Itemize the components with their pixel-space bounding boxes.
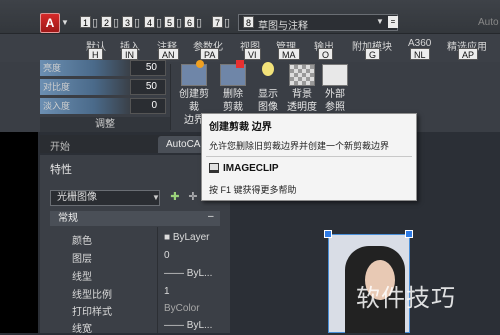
brightness-value[interactable]: 50 <box>130 60 166 76</box>
property-value-plot-style[interactable]: ByColor <box>164 303 200 314</box>
create-clipping-boundary-icon[interactable] <box>181 64 207 86</box>
application-menu-button[interactable]: A <box>40 13 60 33</box>
property-label-linetype: 线型 <box>72 272 92 283</box>
button-label: 删除 <box>223 89 243 100</box>
tab-output-key: O <box>318 48 334 60</box>
fade-value[interactable]: 0 <box>130 98 166 114</box>
panel-separator <box>170 64 171 130</box>
chevron-down-icon[interactable]: ▼ <box>152 193 160 202</box>
property-value-linetype-scale[interactable]: 1 <box>164 286 170 297</box>
quick-access-key-1: 1 <box>80 16 91 28</box>
tooltip-divider <box>206 156 412 157</box>
brightness-slider[interactable]: 亮度 <box>40 60 130 76</box>
collapse-icon[interactable]: – <box>208 211 214 222</box>
property-label-color: 颜色 <box>72 236 92 247</box>
workspace-label: 草图与注释 <box>258 21 308 32</box>
delete-clip-button[interactable]: 删除 剪裁 <box>215 88 251 114</box>
save-icon[interactable]: ▯ <box>134 16 140 32</box>
show-image-button[interactable]: 显示 图像 <box>250 88 286 114</box>
toggle-pickadd-icon[interactable]: ✚ <box>168 190 182 204</box>
button-label: 创建剪裁 <box>179 89 209 113</box>
button-label: 外部 <box>325 89 345 100</box>
new-file-icon[interactable]: ▯ <box>92 16 98 32</box>
workspace-key: 8 <box>243 16 254 28</box>
quick-access-key-5: 5 <box>164 16 175 28</box>
plot-icon[interactable]: ▯ <box>176 16 182 32</box>
property-value-lineweight[interactable]: —— ByL... <box>164 320 212 331</box>
select-objects-icon[interactable]: ✛ <box>186 190 200 204</box>
property-label-linetype-scale: 线型比例 <box>72 290 112 301</box>
tab-insert-key: IN <box>121 48 138 60</box>
delete-mark-icon <box>236 60 244 68</box>
tab-manage-key: MA <box>278 48 300 60</box>
quick-access-key-6: 6 <box>184 16 195 28</box>
tooltip-description: 允许您删除旧剪裁边界并创建一个新剪裁边界 <box>209 141 390 151</box>
button-label: 剪裁 <box>223 102 243 113</box>
tab-annotate-key: AN <box>158 48 179 60</box>
save-as-icon[interactable]: ▯ <box>156 16 162 32</box>
redo-icon[interactable]: ▯ <box>224 16 230 32</box>
sparkle-icon <box>196 60 204 68</box>
command-line-icon-bar <box>210 170 218 172</box>
tab-parametric-key: PA <box>200 48 220 60</box>
tab-featured-apps-key: AP <box>458 48 479 60</box>
property-value-linetype[interactable]: —— ByL... <box>164 268 212 279</box>
section-header-general[interactable]: 常规 <box>50 211 220 226</box>
quick-access-key-2: 2 <box>101 16 112 28</box>
lightbulb-icon <box>262 62 274 76</box>
grip-handle[interactable] <box>405 230 413 238</box>
tab-start[interactable]: 开始 <box>50 138 70 153</box>
contrast-slider[interactable]: 对比度 <box>40 79 130 95</box>
undo-icon[interactable]: ▯ <box>196 16 202 32</box>
property-label-plot-style: 打印样式 <box>72 307 112 318</box>
tooltip-command-name: IMAGECLIP <box>223 163 279 174</box>
tooltip-help-text: 按 F1 键获得更多帮助 <box>209 185 297 195</box>
background-transparency-icon[interactable] <box>289 64 315 86</box>
adjust-panel-title: 调整 <box>40 117 170 132</box>
button-label: 参照 <box>325 102 345 113</box>
button-label: 显示 <box>258 89 278 100</box>
tab-a360-key: NL <box>410 48 430 60</box>
property-label-layer: 图层 <box>72 254 92 265</box>
watermark: 软件技巧 <box>356 284 456 312</box>
grip-handle[interactable] <box>324 230 332 238</box>
contrast-value[interactable]: 50 <box>130 79 166 95</box>
object-type-dropdown[interactable]: 光栅图像 <box>50 190 160 206</box>
property-value-color[interactable]: ■ ByLayer <box>164 232 210 243</box>
fade-slider[interactable]: 淡入度 <box>40 98 130 114</box>
external-reference-icon[interactable] <box>322 64 348 86</box>
chevron-down-icon[interactable]: ▼ <box>376 17 384 26</box>
property-value-layer[interactable]: 0 <box>164 250 170 261</box>
column-divider <box>157 227 158 333</box>
tab-addins-key: G <box>365 48 381 60</box>
button-label: 图像 <box>258 102 278 113</box>
quick-access-key-3: 3 <box>122 16 133 28</box>
quick-access-key-7: 7 <box>212 16 223 28</box>
properties-title: 特性 <box>50 164 72 176</box>
tab-home-key: H <box>88 48 103 60</box>
open-file-icon[interactable]: ▯ <box>113 16 119 32</box>
chevron-down-icon[interactable]: ▼ <box>61 18 69 27</box>
customize-qat-button[interactable]: = <box>388 16 398 28</box>
quick-access-key-4: 4 <box>144 16 155 28</box>
tab-view-key: VI <box>244 48 261 60</box>
button-label: 透明度 <box>287 102 317 113</box>
background-transparency-button[interactable]: 背景 透明度 <box>284 88 320 114</box>
external-reference-button[interactable]: 外部 参照 <box>317 88 353 114</box>
button-label: 背景 <box>292 89 312 100</box>
window-title: Auto <box>478 17 499 28</box>
tooltip-title: 创建剪裁 边界 <box>209 122 272 133</box>
